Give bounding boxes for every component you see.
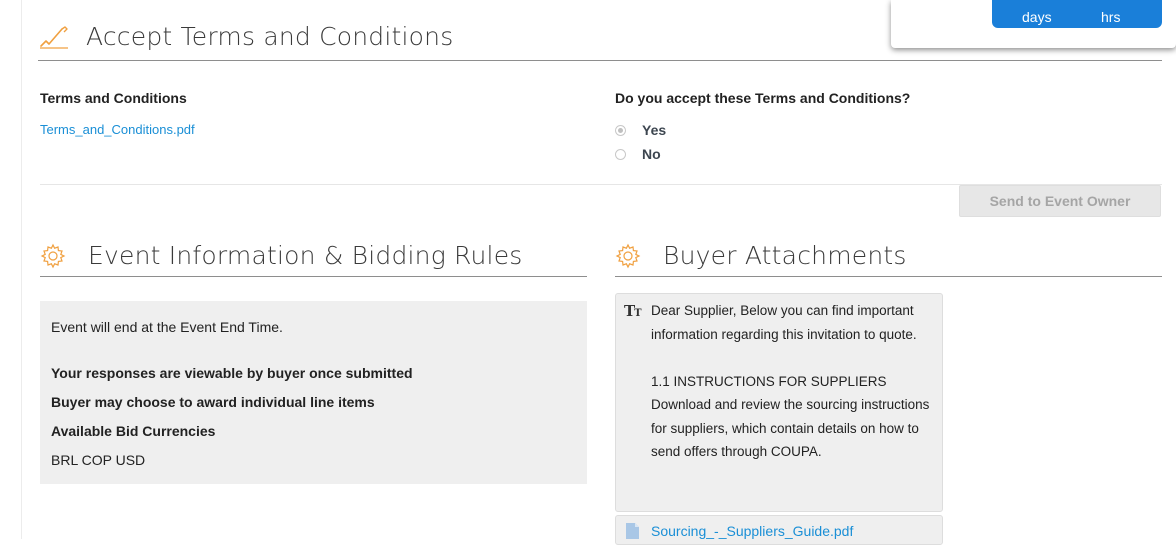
gear-icon: [615, 243, 641, 269]
gear-icon: [40, 243, 66, 269]
attachments-section-header: Buyer Attachments: [615, 241, 907, 270]
pen-check-icon: [38, 24, 72, 50]
page-left-border: [21, 0, 22, 539]
attachment-file-item[interactable]: Sourcing_-_Suppliers_Guide.pdf: [615, 515, 943, 545]
text-type-icon: TT: [624, 302, 642, 320]
event-section-title: Event Information & Bidding Rules: [88, 241, 523, 270]
terms-label: Terms and Conditions: [40, 90, 187, 106]
timer-hrs-label: hrs: [1101, 9, 1121, 25]
terms-section-rule: [38, 60, 1162, 61]
bid-currencies-label: Available Bid Currencies: [51, 423, 216, 439]
attachment-text-note: TT Dear Supplier, Below you can find imp…: [615, 293, 943, 512]
attachments-section-title: Buyer Attachments: [663, 241, 907, 270]
no-label: No: [642, 146, 661, 162]
bid-currencies-value: BRL COP USD: [51, 452, 146, 468]
file-icon: [626, 523, 639, 544]
award-line-items-text: Buyer may choose to award individual lin…: [51, 394, 375, 410]
yes-label: Yes: [642, 122, 667, 138]
event-section-rule: [40, 276, 587, 277]
countdown-timer-pill: days hrs: [992, 0, 1162, 28]
event-section-header: Event Information & Bidding Rules: [40, 241, 523, 270]
responses-viewable-text: Your responses are viewable by buyer onc…: [51, 365, 413, 381]
accept-no-option[interactable]: No: [615, 146, 661, 162]
attachment-note-text: Dear Supplier, Below you can find import…: [651, 303, 930, 459]
terms-section-header: Accept Terms and Conditions: [38, 22, 453, 51]
terms-question: Do you accept these Terms and Conditions…: [615, 90, 911, 106]
timer-days-label: days: [1022, 9, 1052, 25]
accept-yes-option[interactable]: Yes: [615, 122, 666, 138]
attachments-section-rule: [615, 276, 1162, 277]
sourcing-guide-link[interactable]: Sourcing_-_Suppliers_Guide.pdf: [651, 523, 853, 539]
event-info-panel: Event will end at the Event End Time. Yo…: [40, 301, 587, 484]
countdown-timer-popup: days hrs: [891, 0, 1176, 48]
no-radio[interactable]: [615, 148, 626, 160]
terms-file-link[interactable]: Terms_and_Conditions.pdf: [40, 122, 195, 137]
yes-radio[interactable]: [615, 124, 626, 136]
event-end-text: Event will end at the Event End Time.: [51, 319, 283, 335]
terms-section-title: Accept Terms and Conditions: [86, 22, 454, 51]
send-to-event-owner-button[interactable]: Send to Event Owner: [959, 185, 1161, 217]
